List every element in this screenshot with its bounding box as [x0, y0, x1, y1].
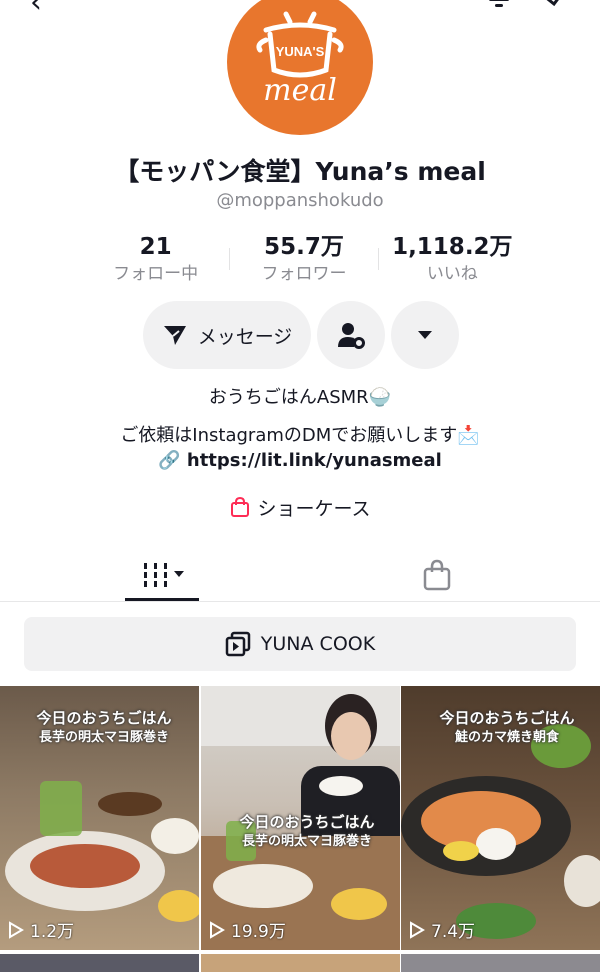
active-tab-indicator — [125, 598, 199, 601]
message-button[interactable]: メッセージ — [143, 301, 311, 369]
video-grid-icon — [144, 563, 184, 587]
stat-likes[interactable]: 1,118.2万 いいね — [379, 232, 526, 288]
stat-following[interactable]: 21 フォロー中 — [82, 232, 229, 288]
playlist-label: YUNA COOK — [260, 633, 376, 655]
play-icon — [9, 920, 24, 939]
video-caption: 今日のおうちごはん 長芋の明太マヨ豚巻き — [239, 813, 375, 849]
bio-line: おうちごはんASMR🍚 — [208, 387, 392, 408]
video-thumbnail[interactable]: 今日のおうちごはん 長芋の明太マヨ豚巻き 19.9万 — [201, 686, 400, 950]
video-thumbnail[interactable]: 今日のおうちごはん 鮭のカマ焼き朝食 7.4万 — [401, 686, 600, 950]
link-icon: 🔗 — [158, 450, 181, 471]
bio-link-text: https://lit.link/yunasmeal — [186, 450, 442, 471]
likes-label: いいね — [426, 264, 478, 284]
followers-label: フォロワー — [261, 264, 347, 284]
add-friend-button[interactable] — [317, 301, 385, 369]
profile-handle: @moppanshokudo — [216, 190, 384, 211]
back-icon[interactable]: ‹ — [30, 0, 42, 18]
svg-text:meal: meal — [263, 73, 337, 108]
view-count: 19.9万 — [209, 917, 286, 942]
message-button-label: メッセージ — [197, 325, 293, 348]
video-caption: 今日のおうちごはん 長芋の明太マヨ豚巻き — [36, 709, 172, 745]
notification-icon[interactable] — [486, 0, 512, 10]
tab-shop[interactable] — [362, 548, 512, 602]
play-icon — [410, 920, 425, 939]
bio-line: ご依頼はInstagramのDMでお願いします📩 — [120, 425, 480, 446]
video-thumbnail[interactable] — [401, 954, 600, 972]
profile-tabs — [0, 548, 600, 602]
likes-count: 1,118.2万 — [392, 234, 513, 260]
profile-name: 【モッパン食堂】Yuna’s meal — [114, 157, 486, 186]
view-count: 7.4万 — [409, 917, 475, 942]
video-caption: 今日のおうちごはん 鮭のカマ焼き朝食 — [439, 709, 575, 745]
video-thumbnail[interactable]: 今日のおうちごはん 長芋の明太マヨ豚巻き 1.2万 — [0, 686, 199, 950]
shopping-bag-icon — [231, 496, 250, 517]
playlist-button[interactable]: YUNA COOK — [24, 617, 576, 671]
user-settings-icon — [338, 323, 365, 349]
shopping-bag-icon — [423, 559, 451, 591]
video-grid: 今日のおうちごはん 長芋の明太マヨ豚巻き 1.2万 今日のおうちごはん 長芋の明… — [0, 686, 600, 972]
stat-followers[interactable]: 55.7万 フォロワー — [230, 232, 377, 288]
followers-count: 55.7万 — [264, 234, 344, 260]
showcase-label: ショーケース — [257, 498, 371, 520]
bio-link[interactable]: 🔗 https://lit.link/yunasmeal — [0, 450, 600, 471]
caret-down-icon — [418, 331, 432, 339]
play-icon — [210, 920, 225, 939]
tab-videos[interactable] — [88, 548, 238, 602]
playlist-icon — [225, 631, 251, 657]
view-count: 1.2万 — [8, 917, 74, 942]
avatar[interactable]: YUNA'S meal — [226, 0, 374, 136]
share-icon[interactable] — [540, 0, 570, 10]
following-count: 21 — [139, 234, 172, 260]
video-thumbnail[interactable] — [0, 954, 199, 972]
more-options-button[interactable] — [391, 301, 459, 369]
showcase-link[interactable]: ショーケース — [0, 494, 600, 521]
svg-text:YUNA'S: YUNA'S — [276, 44, 325, 59]
profile-stats: 21 フォロー中 55.7万 フォロワー 1,118.2万 いいね — [82, 232, 526, 288]
send-icon — [163, 326, 186, 345]
video-thumbnail[interactable] — [201, 954, 400, 972]
following-label: フォロー中 — [113, 264, 199, 284]
